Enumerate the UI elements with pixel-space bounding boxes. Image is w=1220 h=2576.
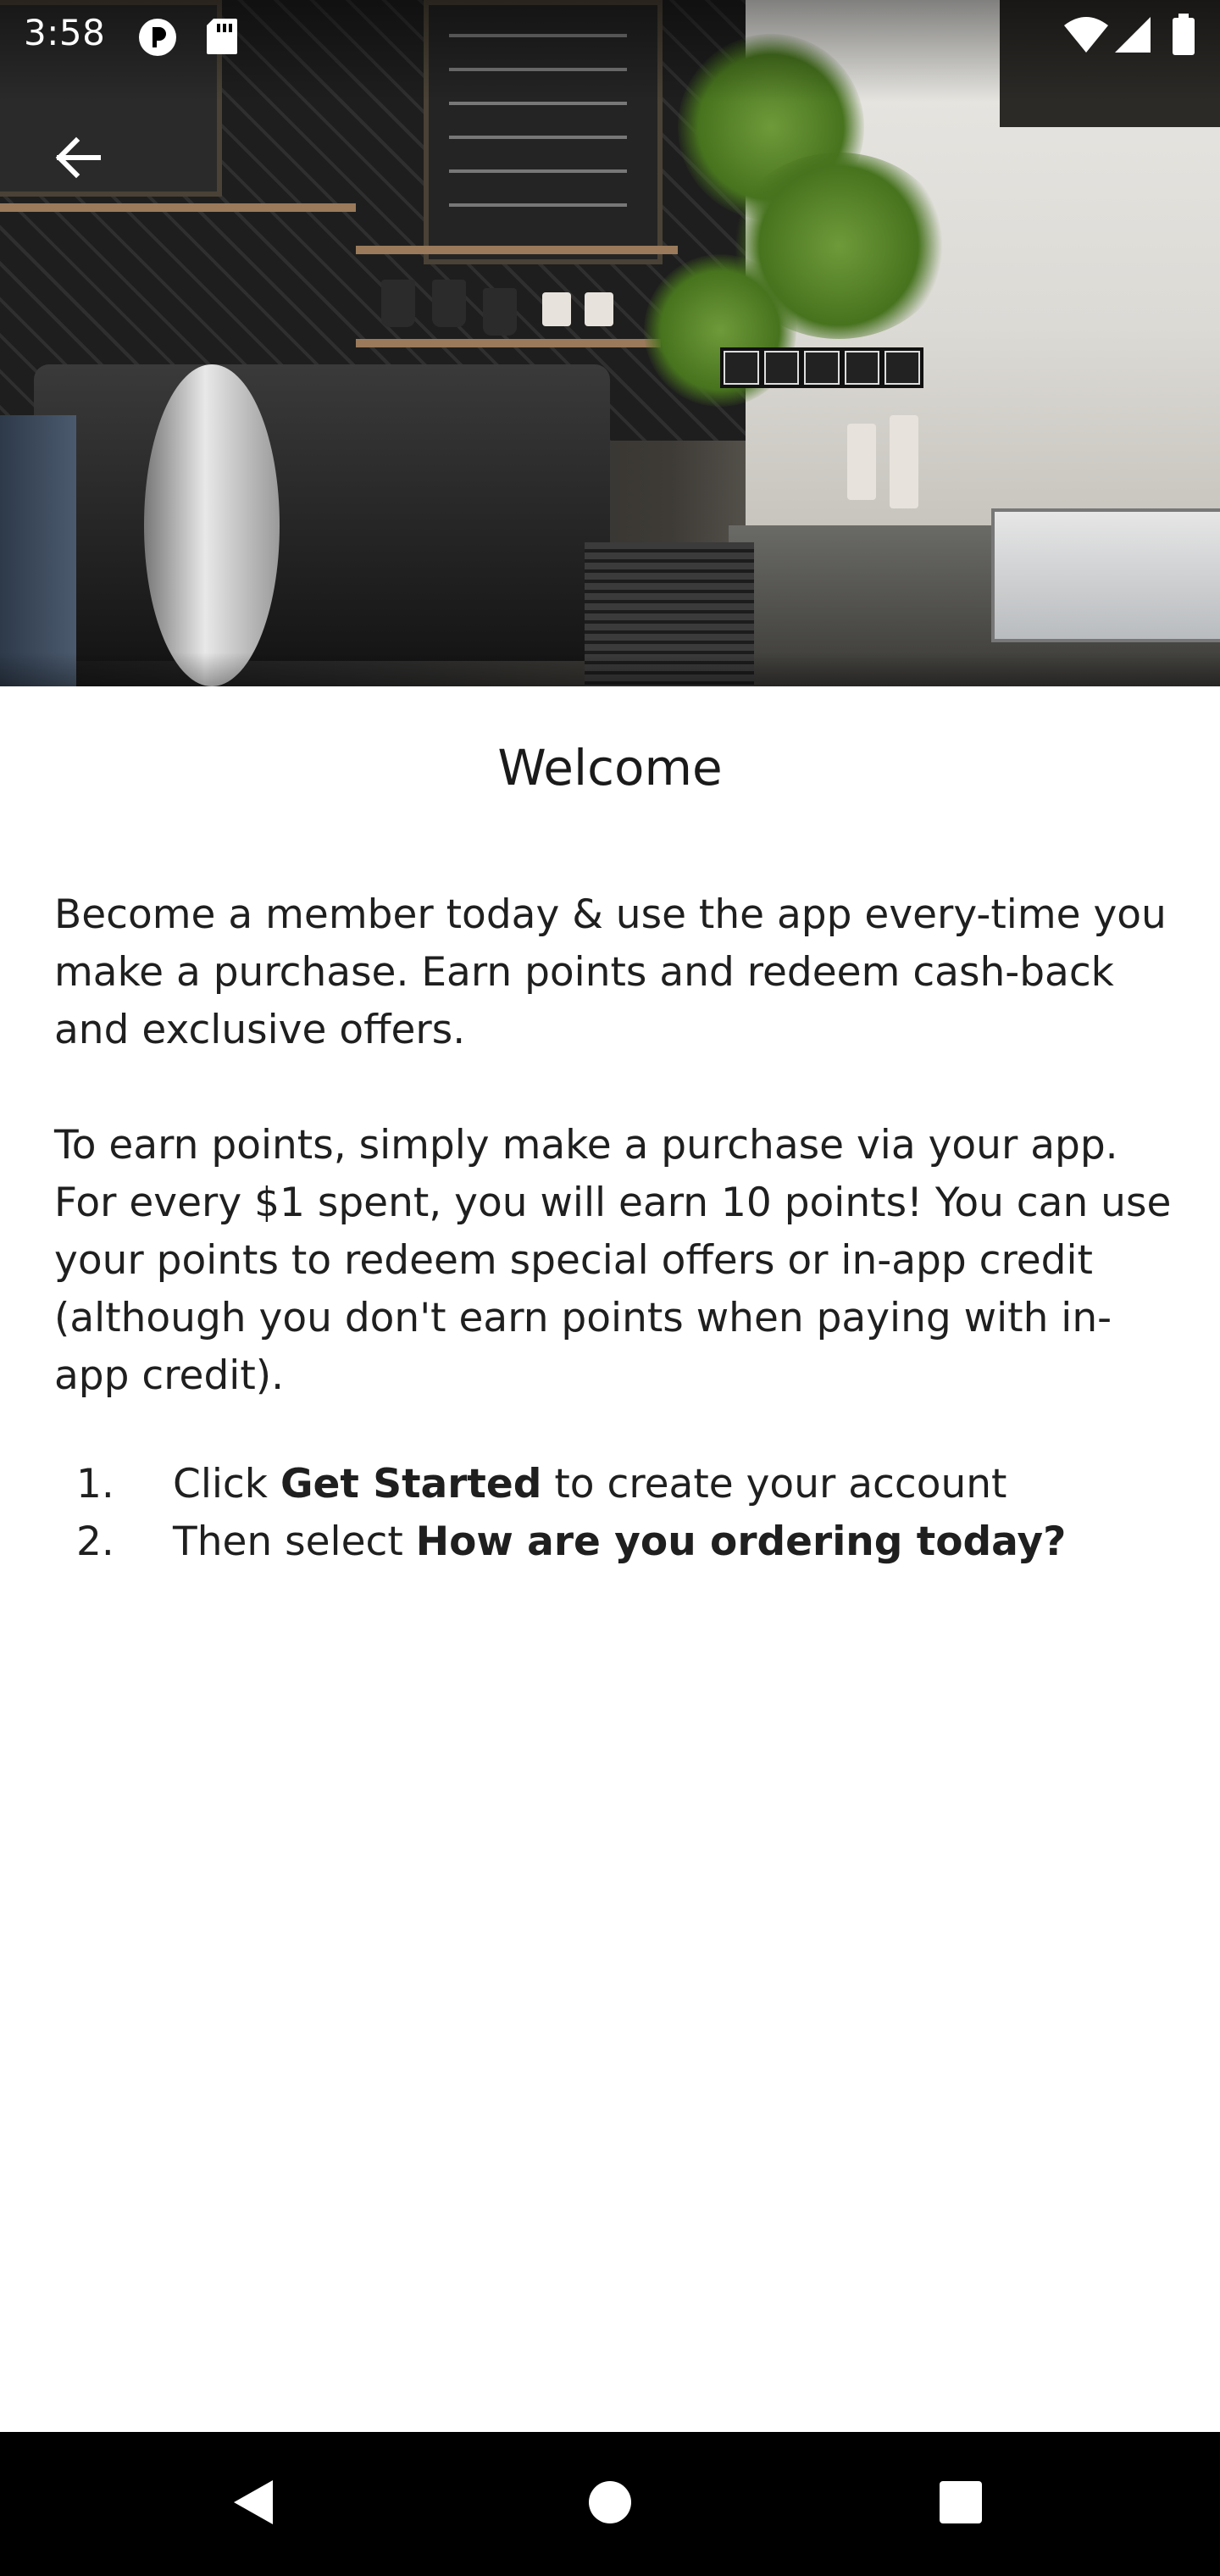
- nav-home-button[interactable]: [525, 2432, 695, 2576]
- home-circle-icon: [586, 2479, 634, 2529]
- arrow-left-icon: [51, 130, 105, 188]
- list-item: 1. Click Get Started to create your acco…: [54, 1456, 1181, 1513]
- shelf: [356, 339, 661, 347]
- step-number: 2.: [76, 1518, 114, 1565]
- bottom-shadow: [0, 652, 1220, 686]
- shelf: [0, 203, 356, 212]
- cup: [432, 280, 466, 327]
- nav-back-button[interactable]: [169, 2432, 339, 2576]
- cup-stack: [890, 415, 918, 508]
- step-text: Click: [173, 1461, 280, 1507]
- cup: [381, 280, 415, 327]
- chalk-line: [449, 169, 627, 173]
- step-text: Then select: [173, 1518, 416, 1565]
- back-triangle-icon: [230, 2477, 278, 2531]
- status-time: 3:58: [24, 12, 106, 53]
- page-title: Welcome: [497, 739, 723, 797]
- step-bold: Get Started: [280, 1461, 542, 1507]
- espresso-machine: [34, 364, 610, 661]
- cell-signal-icon: [1113, 15, 1152, 58]
- cup-stack: [847, 424, 876, 500]
- points-paragraph: To earn points, simply make a purchase v…: [54, 1122, 1172, 1399]
- intro-paragraph: Become a member today & use the app ever…: [54, 891, 1167, 1053]
- number-tags: [720, 347, 923, 388]
- display-case: [991, 508, 1220, 642]
- grinder: [0, 415, 76, 686]
- step-number: 1.: [76, 1461, 114, 1507]
- list-item: 2. Then select How are you ordering toda…: [54, 1513, 1181, 1571]
- wifi-icon: [1064, 15, 1108, 58]
- chalk-line: [449, 136, 627, 139]
- chalk-line: [449, 102, 627, 105]
- machine-chrome-panel: [144, 364, 280, 686]
- status-bar: 3:58: [0, 0, 1220, 71]
- shelf: [356, 246, 678, 254]
- nav-recents-button[interactable]: [876, 2432, 1045, 2576]
- sd-card-icon: [205, 17, 239, 59]
- battery-icon: [1171, 14, 1196, 59]
- step-bold: How are you ordering today?: [415, 1518, 1067, 1565]
- cup: [542, 292, 571, 326]
- data-saver-icon: [136, 15, 180, 63]
- recents-square-icon: [937, 2479, 984, 2529]
- chalk-line: [449, 203, 627, 207]
- cup: [483, 288, 517, 336]
- back-button[interactable]: [37, 119, 119, 200]
- steps-list: 1. Click Get Started to create your acco…: [54, 1456, 1181, 1571]
- cup: [585, 292, 613, 326]
- hero-image: [0, 0, 1220, 686]
- system-nav-bar: [0, 2432, 1220, 2576]
- step-text: to create your account: [541, 1461, 1007, 1507]
